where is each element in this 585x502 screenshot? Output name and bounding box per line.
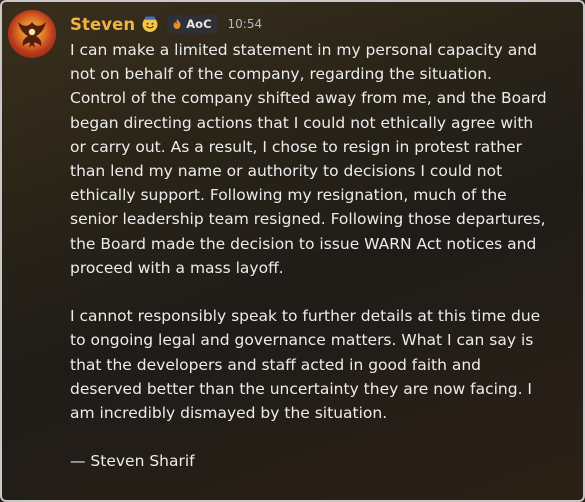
text-line: began directing actions that I could not… <box>70 113 534 132</box>
text-line: deserved better than the uncertainty the… <box>70 379 532 398</box>
text-line: or carry out. As a result, I chose to re… <box>70 137 523 156</box>
username[interactable]: Steven <box>70 15 135 34</box>
text-line: not on behalf of the company, regarding … <box>70 65 492 84</box>
text-line: than lend my name or authority to decisi… <box>70 162 503 181</box>
text-line: proceed with a mass layoff. <box>70 258 284 277</box>
signature: — Steven Sharif <box>70 449 570 473</box>
message-content: I can make a limited statement in my per… <box>70 38 570 474</box>
text-line: the Board made the decision to issue WAR… <box>70 234 537 253</box>
signature-text: — Steven Sharif <box>70 452 195 471</box>
timestamp[interactable]: 10:54 <box>228 17 263 31</box>
flame-icon <box>173 19 181 29</box>
text-line: that the developers and staff acted in g… <box>70 355 482 374</box>
text-line: am incredibly dismayed by the situation. <box>70 404 388 423</box>
text-line: I can make a limited statement in my per… <box>70 41 537 59</box>
chat-message: Steven AoC 10:54 I can make a limited st… <box>0 0 585 502</box>
text-line: Control of the company shifted away from… <box>70 89 547 108</box>
paragraph-1: I can make a limited statement in my per… <box>70 38 570 280</box>
message-header: Steven AoC 10:54 <box>70 12 262 36</box>
text-line: senior leadership team resigned. Followi… <box>70 210 546 229</box>
text-line: to ongoing legal and governance matters.… <box>70 331 534 350</box>
phoenix-avatar-icon <box>18 22 46 48</box>
guild-tag[interactable]: AoC <box>167 15 218 33</box>
avatar[interactable] <box>8 10 56 58</box>
paragraph-2: I cannot responsibly speak to further de… <box>70 304 570 425</box>
smiling-face-emoji-icon <box>141 15 159 33</box>
text-line: ethically support. Following my resignat… <box>70 186 507 205</box>
guild-tag-label: AoC <box>186 17 212 31</box>
text-line: I cannot responsibly speak to further de… <box>70 307 541 326</box>
